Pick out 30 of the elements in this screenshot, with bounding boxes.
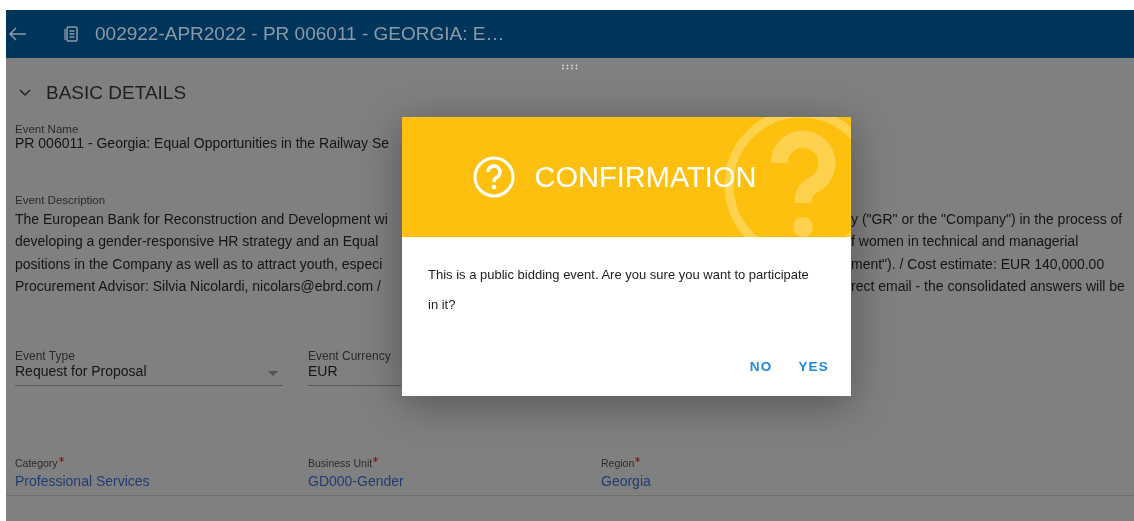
field-label: Business Unit — [308, 457, 373, 470]
description-text: rect email - the consolidated answers will be — [851, 276, 1126, 296]
description-text: f women in technical and managerial — [851, 232, 1080, 252]
dropdown-field[interactable]: Event Type Request for Proposal — [15, 349, 283, 387]
dialog-button[interactable]: NO — [743, 355, 779, 378]
section-title: BASIC DETAILS — [46, 82, 187, 104]
field-value[interactable]: Professional Services — [15, 473, 283, 490]
field-value[interactable]: Georgia — [601, 473, 869, 490]
drag-handle-icon[interactable] — [560, 64, 580, 70]
question-icon — [472, 156, 515, 198]
dialog-title: CONFIRMATION — [534, 160, 757, 194]
description-text: The European Bank for Reconstruction and Development wi — [15, 210, 389, 229]
field-label: Category — [15, 457, 58, 470]
caret-icon — [268, 371, 278, 377]
field-label: Region — [601, 457, 635, 470]
dialog-message: This is a public bidding event. Are you sure you want to participate in it? — [428, 266, 810, 314]
dialog-button[interactable]: YES — [792, 355, 835, 378]
field-label: Event Description — [15, 194, 106, 206]
description-text: Procurement Advisor: Silvia Nicolardi, nicolars@ebrd.com / — [15, 276, 382, 296]
description-text: developing a gender-responsive HR strategy and an Equal — [15, 232, 380, 252]
description-text: positions in the Company as well as to attract youth, especi — [15, 254, 384, 274]
page-title: 002922-APR2022 - PR 006011 - GEORGIA: E… — [95, 23, 505, 45]
chevron-icon[interactable] — [19, 89, 31, 97]
back-arrow-icon[interactable] — [9, 27, 27, 41]
description-text: ment"). / Cost estimate: EUR 140,000.00 — [851, 254, 1106, 274]
field-value[interactable]: GD000-Gender — [308, 473, 576, 490]
document-icon — [64, 26, 78, 42]
field-label: Event Name — [15, 123, 80, 135]
field-value: PR 006011 - Georgia: Equal Opportunities in the Railway Se — [15, 135, 391, 151]
description-text: y ("GR" or the "Company") in the process of — [851, 210, 1124, 229]
